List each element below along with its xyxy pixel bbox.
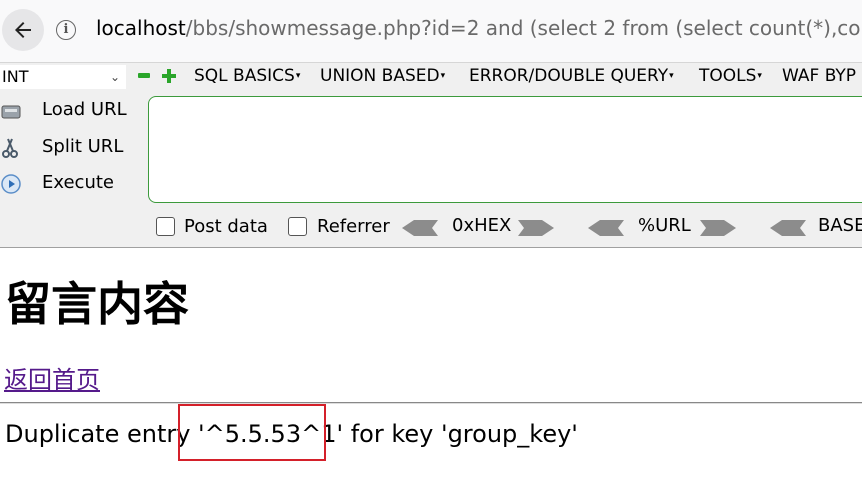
execute-label: Execute: [42, 172, 114, 193]
highlight-annotation: [178, 404, 326, 461]
load-url-button[interactable]: Load URL: [0, 95, 140, 125]
play-icon: [1, 174, 21, 194]
menu-union-based[interactable]: UNION BASED▾: [320, 66, 445, 86]
url-path: /bbs/showmessage.php?id=2 and (select 2 …: [185, 16, 862, 40]
split-url-label: Split URL: [42, 136, 124, 157]
menu-error-double-query[interactable]: ERROR/DOUBLE QUERY▾: [469, 66, 674, 86]
left-arrow-icon[interactable]: [402, 220, 438, 236]
type-select[interactable]: INT ⌄: [0, 65, 126, 89]
referrer-label: Referrer: [317, 216, 390, 237]
split-url-button[interactable]: Split URL: [0, 132, 140, 162]
url-host: localhost: [96, 16, 186, 40]
browser-toolbar: i localhost/bbs/showmessage.php?id=2 and…: [0, 0, 862, 62]
type-select-value: INT: [2, 67, 29, 86]
referrer-checkbox[interactable]: [288, 217, 307, 236]
load-url-icon: [1, 105, 21, 119]
address-bar[interactable]: localhost/bbs/showmessage.php?id=2 and (…: [96, 16, 862, 40]
menu-label: UNION BASED: [320, 66, 440, 86]
scissors-icon: [2, 138, 18, 158]
home-link[interactable]: 返回首页: [4, 360, 100, 395]
chevron-down-icon: ⌄: [109, 70, 120, 84]
url-encode-label: %URL: [638, 215, 691, 236]
back-button[interactable]: [2, 9, 44, 51]
menu-label: WAF BYP: [782, 66, 857, 86]
url-textarea[interactable]: [148, 96, 862, 203]
menu-label: SQL BASICS: [194, 66, 295, 86]
divider: [0, 402, 862, 404]
left-arrow-icon[interactable]: [588, 220, 624, 236]
menu-sql-basics[interactable]: SQL BASICS▾: [194, 66, 300, 86]
hackbar-panel: INT ⌄ SQL BASICS▾ UNION BASED▾ ERROR/DOU…: [0, 62, 862, 248]
menu-waf-bypass[interactable]: WAF BYP: [782, 66, 856, 86]
back-arrow-icon: [15, 22, 31, 38]
post-data-label: Post data: [184, 216, 268, 237]
execute-button[interactable]: Execute: [0, 168, 140, 198]
hex-label: 0xHEX: [452, 215, 512, 236]
site-info-icon[interactable]: i: [56, 20, 76, 40]
minus-icon[interactable]: [138, 73, 150, 78]
load-url-label: Load URL: [42, 99, 127, 120]
right-arrow-icon[interactable]: [700, 220, 736, 236]
menu-label: TOOLS: [699, 66, 757, 86]
hackbar-options-row: Post data Referrer 0xHEX %URL BASE: [0, 213, 862, 241]
left-arrow-icon[interactable]: [770, 220, 806, 236]
post-data-checkbox[interactable]: [156, 217, 175, 236]
menu-tools[interactable]: TOOLS▾: [699, 66, 762, 86]
menu-label: ERROR/DOUBLE QUERY: [469, 66, 669, 86]
plus-icon[interactable]: [162, 69, 176, 83]
right-arrow-icon[interactable]: [518, 220, 554, 236]
page-title: 留言内容: [5, 277, 189, 331]
base64-label: BASE: [818, 215, 862, 236]
